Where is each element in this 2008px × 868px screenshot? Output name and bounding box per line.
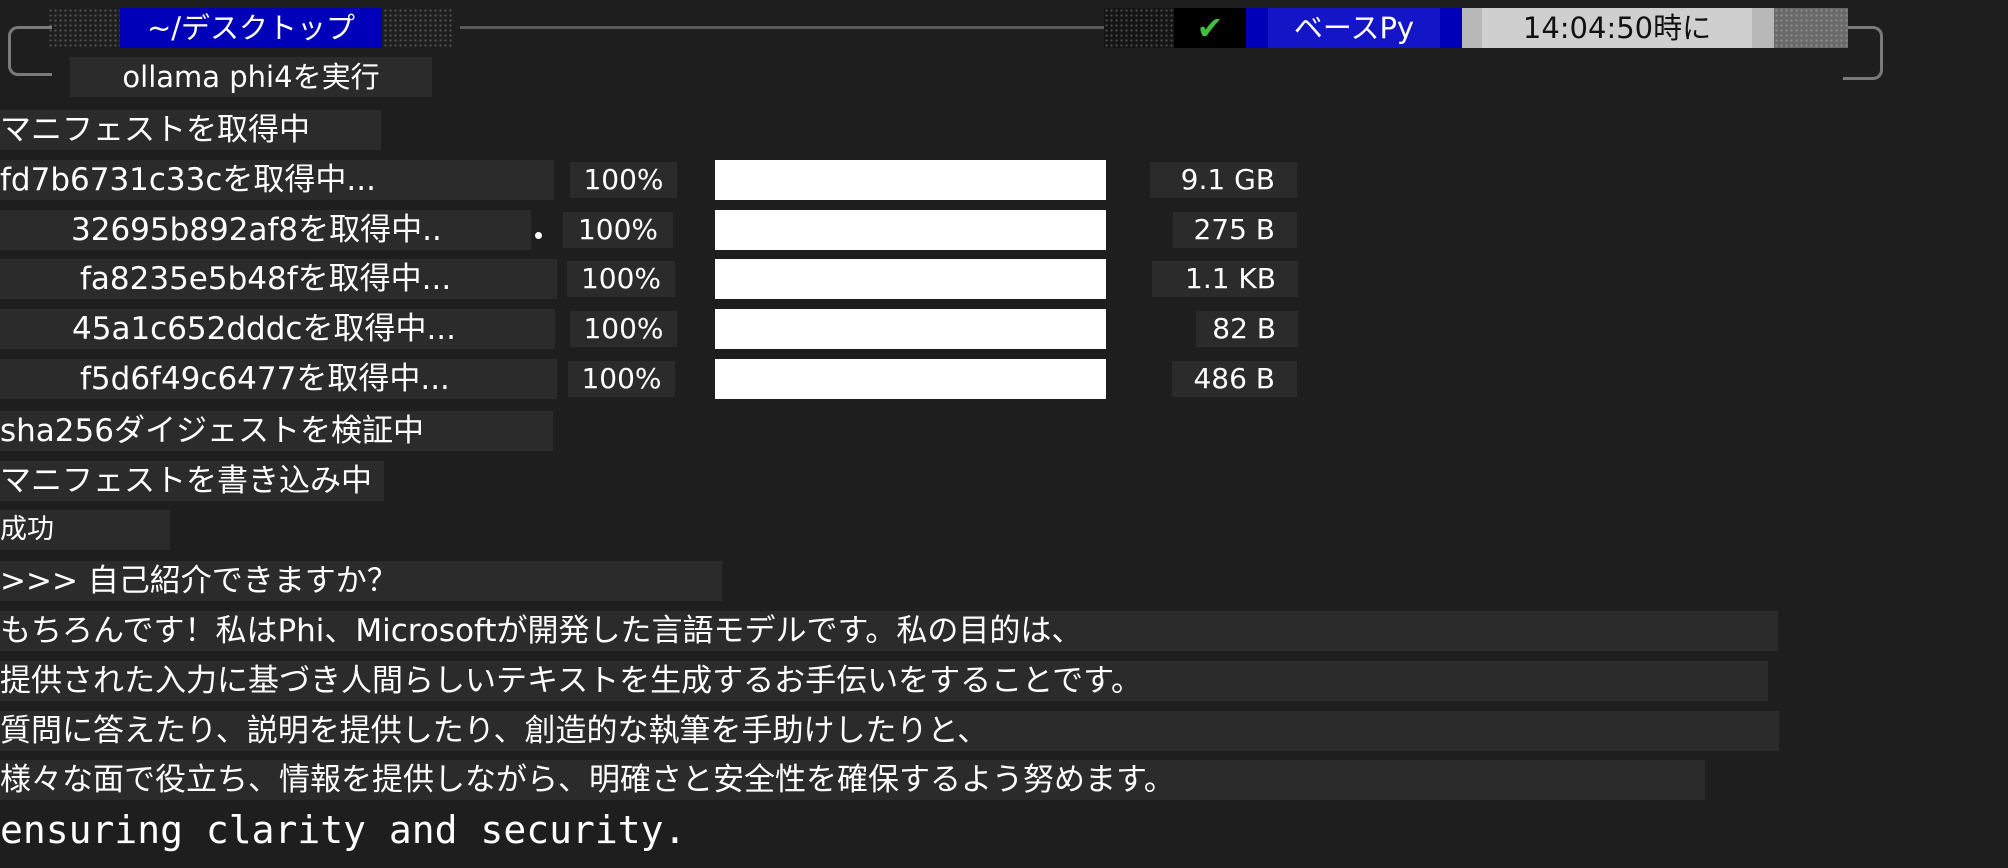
layer-label: f5d6f49c6477を取得中... xyxy=(0,359,557,399)
directory-text: ~/デスクトップ xyxy=(146,11,356,45)
layer-percent: 100% xyxy=(568,361,675,397)
layer-label: 32695b892af8を取得中.. xyxy=(0,210,531,250)
layer-progress-bar xyxy=(715,160,1106,200)
layer-label-text: f5d6f49c6477を取得中... xyxy=(80,361,450,397)
layer-percent: 100% xyxy=(563,212,673,248)
writing-manifest-line: マニフェストを書き込み中 xyxy=(0,461,384,501)
layer-percent: 100% xyxy=(570,162,677,198)
layer-label-text: 32695b892af8を取得中.. xyxy=(71,212,442,248)
layer-progress-bar xyxy=(715,259,1106,299)
prompt-separator-line xyxy=(460,26,1105,29)
dither-pattern xyxy=(1774,8,1848,48)
time-badge: 14:04:50時に xyxy=(1482,8,1752,48)
spinner-dot xyxy=(535,232,542,239)
response-line: 質問に答えたり、説明を提供したり、創造的な執筆を手助けしたりと、 xyxy=(0,711,1779,751)
layer-progress-fill xyxy=(715,359,1106,399)
dither-pattern xyxy=(1104,8,1174,48)
user-prompt-line: >>> 自己紹介できますか？ xyxy=(0,561,722,601)
directory-segment: ~/デスクトップ xyxy=(120,8,382,48)
time-text: 14:04:50時に xyxy=(1522,11,1712,45)
layer-percent: 100% xyxy=(567,261,675,297)
verifying-line: sha256ダイジェストを検証中 xyxy=(0,411,553,451)
layer-size: 1.1 KB xyxy=(1152,261,1298,297)
environment-badge: ベースPy xyxy=(1268,8,1440,48)
layer-progress-bar xyxy=(715,359,1106,399)
layer-progress-fill xyxy=(715,210,1106,250)
layer-progress-fill xyxy=(715,259,1106,299)
layer-size: 9.1 GB xyxy=(1150,162,1297,198)
check-icon: ✔ xyxy=(1196,9,1224,47)
response-line: 様々な面で役立ち、情報を提供しながら、明確さと安全性を確保するよう努めます。 xyxy=(0,760,1705,800)
status-segment: ✔ xyxy=(1174,8,1246,48)
layer-label: fa8235e5b48fを取得中... xyxy=(0,259,557,299)
response-line: もちろんです！私はPhi、Microsoftが開発した言語モデルです。私の目的は… xyxy=(0,611,1778,651)
layer-size: 82 B xyxy=(1196,311,1298,347)
layer-progress-fill xyxy=(715,309,1106,349)
prompt-bracket-right xyxy=(1843,26,1883,80)
layer-label-text: 45a1c652dddcを取得中... xyxy=(72,311,457,347)
environment-text: ベースPy xyxy=(1293,11,1415,45)
layer-label-text: fa8235e5b48fを取得中... xyxy=(80,261,452,297)
layer-progress-fill xyxy=(715,160,1106,200)
layer-percent: 100% xyxy=(570,311,677,347)
trailing-output-line: ensuring clarity and security. xyxy=(0,808,687,852)
layer-size: 275 B xyxy=(1173,212,1297,248)
response-line: 提供された入力に基づき人間らしいテキストを生成するお手伝いをすることです。 xyxy=(0,661,1768,701)
layer-progress-bar xyxy=(715,309,1106,349)
pulling-manifest-line: マニフェストを取得中 xyxy=(0,110,381,150)
layer-label: fd7b6731c33cを取得中... xyxy=(0,160,554,200)
command-line: ollama phi4を実行 xyxy=(70,57,432,97)
layer-size: 486 B xyxy=(1172,361,1297,397)
success-line: 成功 xyxy=(0,510,170,550)
layer-label: 45a1c652dddcを取得中... xyxy=(0,309,555,349)
layer-progress-bar xyxy=(715,210,1106,250)
prompt-bracket-left xyxy=(8,26,52,76)
